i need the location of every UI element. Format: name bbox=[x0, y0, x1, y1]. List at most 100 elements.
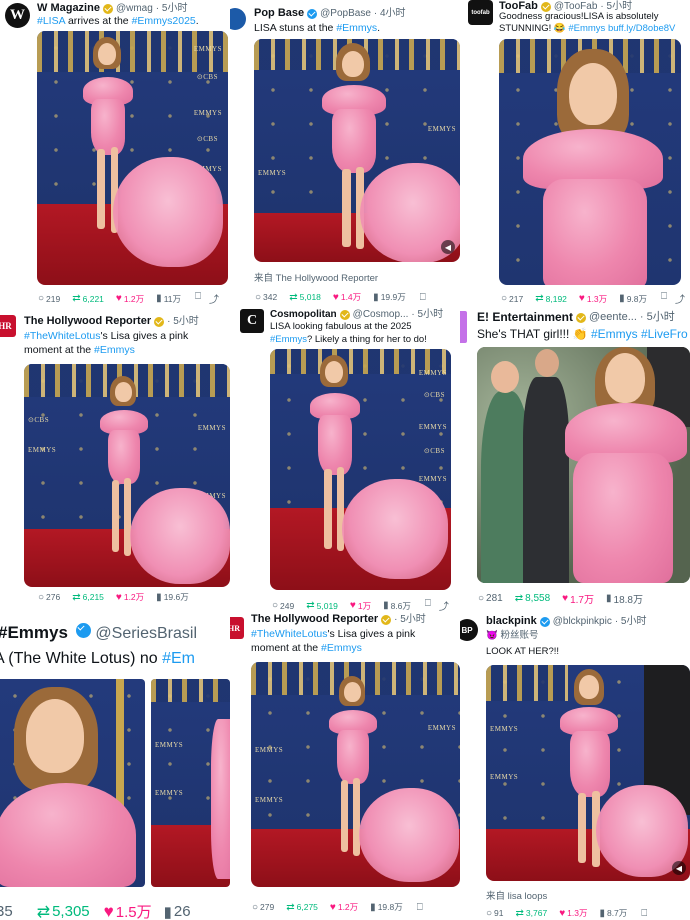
repost-button[interactable]: ⇄ 6,215 bbox=[72, 592, 104, 603]
handle[interactable]: @SeriesBrasil bbox=[95, 625, 197, 642]
views-button[interactable]: ▮ 19.8万 bbox=[370, 901, 403, 913]
reply-button[interactable]: ○ 219 bbox=[38, 293, 60, 304]
repost-button[interactable]: ⇄ 3,767 bbox=[516, 908, 548, 919]
views-button[interactable]: ▮ 18.8万 bbox=[606, 591, 643, 606]
display-name[interactable]: Pop Base bbox=[254, 7, 304, 20]
timestamp[interactable]: · 5小时 bbox=[394, 613, 426, 626]
tweet-photo[interactable] bbox=[477, 347, 690, 583]
like-button[interactable]: ♥ 1.7万 bbox=[562, 591, 594, 606]
views-button[interactable]: ▮ 8.7万 bbox=[599, 907, 627, 919]
reply-button[interactable]: ○ 279 bbox=[252, 902, 274, 913]
reply-button[interactable]: ○ 276 bbox=[38, 592, 60, 603]
volume-icon[interactable]: ◀ bbox=[672, 861, 686, 875]
handle[interactable]: @PopBase bbox=[320, 7, 371, 20]
like-button[interactable]: ♥ 1.3万 bbox=[579, 293, 607, 305]
tweet-photo[interactable] bbox=[0, 679, 145, 887]
hashtag-link[interactable]: #LiveFro bbox=[638, 327, 688, 341]
tweet-photo[interactable]: EMMYS EMMYS ◀ bbox=[486, 665, 690, 881]
repost-button[interactable]: ⇄ 5,305 bbox=[37, 902, 90, 920]
reply-button[interactable]: ○ 91 bbox=[486, 908, 504, 919]
display-name[interactable]: blackpink bbox=[486, 615, 537, 628]
views-button[interactable]: ▮ 11万 bbox=[156, 293, 181, 305]
hashtag-link[interactable]: #Emmys bbox=[568, 23, 605, 34]
volume-icon[interactable]: ◀ bbox=[441, 240, 455, 254]
repost-button[interactable]: ⇄ 6,221 bbox=[72, 293, 104, 304]
display-name[interactable]: E! Entertainment bbox=[477, 311, 573, 324]
bookmark-icon[interactable]: ⎕ bbox=[641, 908, 647, 919]
tweet-photo[interactable] bbox=[499, 39, 681, 285]
avatar[interactable]: C bbox=[240, 309, 264, 333]
hashtag-link[interactable]: #Emmys bbox=[336, 22, 377, 34]
repost-button[interactable]: ⇄ 8,558 bbox=[515, 593, 550, 604]
tweet-card-eentertainment[interactable]: E! Entertainment @eente... · 5小时 She's T… bbox=[460, 307, 690, 613]
source-attribution[interactable]: 来自 lisa loops bbox=[486, 888, 547, 902]
tweet-photo[interactable]: EMMYS EMMYS ◀ bbox=[254, 39, 460, 262]
tweet-photo[interactable]: EMMYS ⊙CBS EMMYS ⊙CBS EMMYS bbox=[270, 349, 451, 590]
timestamp[interactable]: · 5小时 bbox=[167, 315, 199, 328]
reply-count[interactable]: 35 bbox=[0, 903, 13, 920]
like-button[interactable]: ♥ 1.4万 bbox=[333, 291, 361, 303]
handle[interactable]: @blckpinkpic bbox=[553, 615, 612, 628]
avatar[interactable]: toofab bbox=[468, 0, 493, 25]
hashtag-link[interactable]: #LISA bbox=[37, 15, 65, 27]
timestamp[interactable]: · 5小时 bbox=[615, 615, 647, 628]
display-name[interactable]: #Emmys bbox=[0, 623, 68, 642]
tweet-card-blackpink[interactable]: BP blackpink @blckpinkpic · 5小时 😈 粉丝账号 L… bbox=[460, 613, 690, 920]
bookmark-icon[interactable]: ⎕ bbox=[425, 598, 431, 613]
views-button[interactable]: ▮ 9.8万 bbox=[619, 293, 647, 305]
views-button[interactable]: ▮ 26 bbox=[164, 903, 191, 920]
hashtag-link[interactable]: #Emmys bbox=[270, 334, 307, 345]
tweet-card-cosmopolitan[interactable]: C Cosmopolitan @Cosmop... · 5小时 LISA loo… bbox=[230, 307, 460, 613]
repost-button[interactable]: ⇄ 8,192 bbox=[535, 293, 567, 304]
tweet-card-toofab[interactable]: toofab TooFab @TooFab · 5小时 Goodness gra… bbox=[460, 0, 690, 307]
tweet-card-thr-2[interactable]: HR The Hollywood Reporter · 5小时 #TheWhit… bbox=[230, 613, 460, 920]
avatar[interactable]: BP bbox=[460, 619, 478, 641]
reply-button[interactable]: ○ 342 bbox=[255, 292, 277, 303]
like-button[interactable]: ♥ 1.2万 bbox=[330, 901, 358, 913]
reply-button[interactable]: ○ 249 bbox=[272, 600, 294, 611]
reply-button[interactable]: ○ 217 bbox=[501, 293, 523, 304]
avatar[interactable]: W bbox=[5, 3, 30, 28]
hashtag-link[interactable]: #Em bbox=[162, 650, 195, 667]
repost-button[interactable]: ⇄ 5,019 bbox=[306, 600, 338, 611]
source-attribution[interactable]: 来自 The Hollywood Reporter bbox=[254, 270, 378, 284]
share-icon[interactable]: ⤴ bbox=[675, 291, 685, 306]
repost-button[interactable]: ⇄ 5,018 bbox=[289, 292, 321, 303]
bookmark-icon[interactable]: ⎕ bbox=[420, 292, 426, 303]
repost-button[interactable]: ⇄ 6,275 bbox=[286, 902, 318, 913]
timestamp[interactable]: · 4小时 bbox=[374, 7, 406, 20]
display-name[interactable]: The Hollywood Reporter bbox=[251, 613, 378, 626]
tweet-card-popbase[interactable]: Pop Base @PopBase · 4小时 LISA stuns at th… bbox=[230, 0, 460, 307]
hashtag-link[interactable]: #TheWhiteLotus bbox=[24, 330, 100, 342]
avatar[interactable] bbox=[460, 311, 467, 343]
like-button[interactable]: ♥ 1万 bbox=[350, 600, 371, 612]
like-button[interactable]: ♥ 1.5万 bbox=[104, 901, 152, 920]
hashtag-link[interactable]: #Emmys2025 bbox=[132, 15, 196, 27]
tweet-photo[interactable]: EMMYS EMMYS EMMYS bbox=[251, 662, 460, 887]
bookmark-icon[interactable]: ⎕ bbox=[417, 902, 423, 913]
reply-button[interactable]: ○ 281 bbox=[478, 593, 503, 604]
tweet-card-thr[interactable]: HR The Hollywood Reporter · 5小时 #TheWhit… bbox=[0, 307, 230, 613]
tweet-card-seriesbrasil[interactable]: #Emmys @SeriesBrasil A (The White Lotus)… bbox=[0, 613, 230, 920]
avatar[interactable]: HR bbox=[230, 617, 244, 639]
like-button[interactable]: ♥ 1.2万 bbox=[116, 591, 144, 603]
avatar[interactable] bbox=[230, 8, 246, 30]
handle[interactable]: @eente... bbox=[589, 311, 637, 324]
tweet-photo[interactable]: EMMYS EMMYS bbox=[151, 679, 230, 887]
share-icon[interactable]: ⤴ bbox=[439, 598, 449, 613]
hashtag-link[interactable]: #Emmys bbox=[591, 327, 638, 341]
like-button[interactable]: ♥ 1.3万 bbox=[559, 907, 587, 919]
bookmark-icon[interactable]: ⎕ bbox=[195, 291, 201, 306]
tweet-card-wmag[interactable]: W W Magazine @wmag · 5小时 #LISA arrives a… bbox=[0, 0, 230, 307]
hashtag-link[interactable]: #Emmys bbox=[94, 344, 135, 356]
like-button[interactable]: ♥ 1.2万 bbox=[116, 293, 144, 305]
share-icon[interactable]: ⤴ bbox=[209, 291, 219, 306]
hashtag-link[interactable]: #Emmys bbox=[321, 642, 362, 654]
views-button[interactable]: ▮ 19.6万 bbox=[156, 591, 189, 603]
views-button[interactable]: ▮ 19.9万 bbox=[373, 291, 406, 303]
tweet-photo[interactable]: ⊙CBS EMMYS EMMYS EMMYS bbox=[24, 364, 230, 587]
timestamp[interactable]: · 5小时 bbox=[640, 311, 675, 324]
avatar[interactable]: HR bbox=[0, 315, 16, 337]
external-link[interactable]: buff.ly/D8obe8V bbox=[605, 23, 675, 34]
hashtag-link[interactable]: #TheWhiteLotus bbox=[251, 628, 327, 640]
